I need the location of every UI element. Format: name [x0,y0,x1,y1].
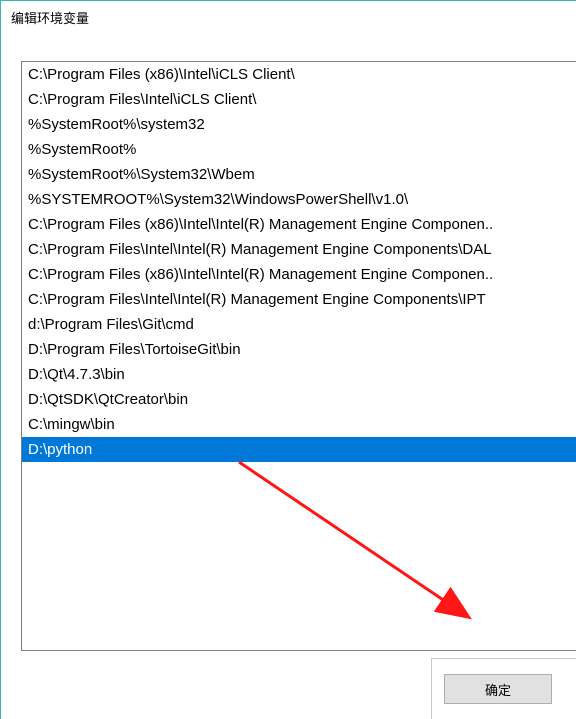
button-area: 确定 [431,658,576,719]
list-item[interactable]: C:\Program Files\Intel\Intel(R) Manageme… [22,237,576,262]
list-item[interactable]: C:\Program Files (x86)\Intel\iCLS Client… [22,62,576,87]
window-title: 编辑环境变量 [11,8,89,27]
list-item[interactable]: D:\python [22,437,576,462]
title-bar: 编辑环境变量 [1,1,576,33]
list-item[interactable]: %SYSTEMROOT%\System32\WindowsPowerShell\… [22,187,576,212]
list-item[interactable]: C:\Program Files (x86)\Intel\Intel(R) Ma… [22,262,576,287]
list-item[interactable]: C:\mingw\bin [22,412,576,437]
list-item[interactable]: C:\Program Files\Intel\iCLS Client\ [22,87,576,112]
list-item[interactable]: d:\Program Files\Git\cmd [22,312,576,337]
list-item[interactable]: C:\Program Files (x86)\Intel\Intel(R) Ma… [22,212,576,237]
path-list-box[interactable]: C:\Program Files (x86)\Intel\iCLS Client… [21,61,576,651]
list-item[interactable]: D:\Qt\4.7.3\bin [22,362,576,387]
content-area: C:\Program Files (x86)\Intel\iCLS Client… [21,61,576,719]
list-item[interactable]: %SystemRoot%\system32 [22,112,576,137]
ok-button[interactable]: 确定 [444,674,552,704]
list-item[interactable]: C:\Program Files\Intel\Intel(R) Manageme… [22,287,576,312]
list-item[interactable]: D:\QtSDK\QtCreator\bin [22,387,576,412]
list-item[interactable]: %SystemRoot% [22,137,576,162]
list-item[interactable]: D:\Program Files\TortoiseGit\bin [22,337,576,362]
list-item[interactable]: %SystemRoot%\System32\Wbem [22,162,576,187]
window-frame: 编辑环境变量 C:\Program Files (x86)\Intel\iCLS… [0,0,576,719]
